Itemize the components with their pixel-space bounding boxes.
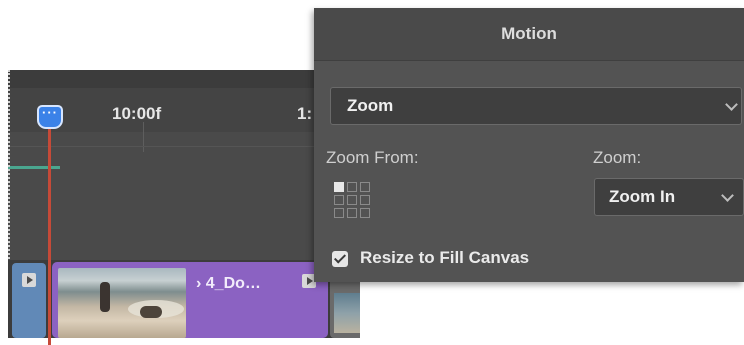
panel-header: Motion <box>314 8 744 61</box>
playhead-handle[interactable]: ··· <box>37 105 63 129</box>
timeline-header-strip <box>8 70 360 88</box>
play-icon[interactable] <box>22 273 36 287</box>
clip-name: › 4_Do… <box>196 275 261 292</box>
motion-panel: Motion Zoom Zoom From: Zoom: Zoom In Res… <box>314 8 744 282</box>
thumbnail-person <box>100 282 110 312</box>
motion-preset-dropdown[interactable]: Zoom <box>330 87 742 125</box>
work-area-bar[interactable] <box>8 166 60 169</box>
resize-to-fill-label[interactable]: Resize to Fill Canvas <box>360 248 529 268</box>
clip-thumbnail-next <box>334 293 360 333</box>
zoom-from-label: Zoom From: <box>326 148 419 167</box>
ruler-time-label-cut: 1: <box>297 104 313 123</box>
zoom-direction-dropdown[interactable]: Zoom In <box>594 178 744 216</box>
chevron-down-icon <box>721 189 734 202</box>
zoom-direction-value: Zoom In <box>609 187 676 206</box>
resize-to-fill-checkbox[interactable] <box>332 251 348 267</box>
panel-title: Motion <box>501 24 557 43</box>
clip-thumbnail <box>58 268 186 338</box>
timeline-panel: 10:00f 1: › 4_Do… ··· <box>0 70 360 345</box>
timeline-clip-previous[interactable] <box>12 263 46 338</box>
motion-preset-value: Zoom <box>347 96 394 115</box>
zoom-label: Zoom: <box>593 148 642 167</box>
ruler-tick <box>143 122 144 152</box>
anchor-grid-icon[interactable] <box>334 182 376 220</box>
ruler-divider <box>8 146 360 147</box>
playhead-grip-icon: ··· <box>42 105 58 120</box>
playhead-line[interactable] <box>48 120 51 345</box>
thumbnail-dog <box>140 306 162 318</box>
chevron-down-icon <box>725 98 738 111</box>
ruler-time-label: 10:00f <box>112 104 162 123</box>
